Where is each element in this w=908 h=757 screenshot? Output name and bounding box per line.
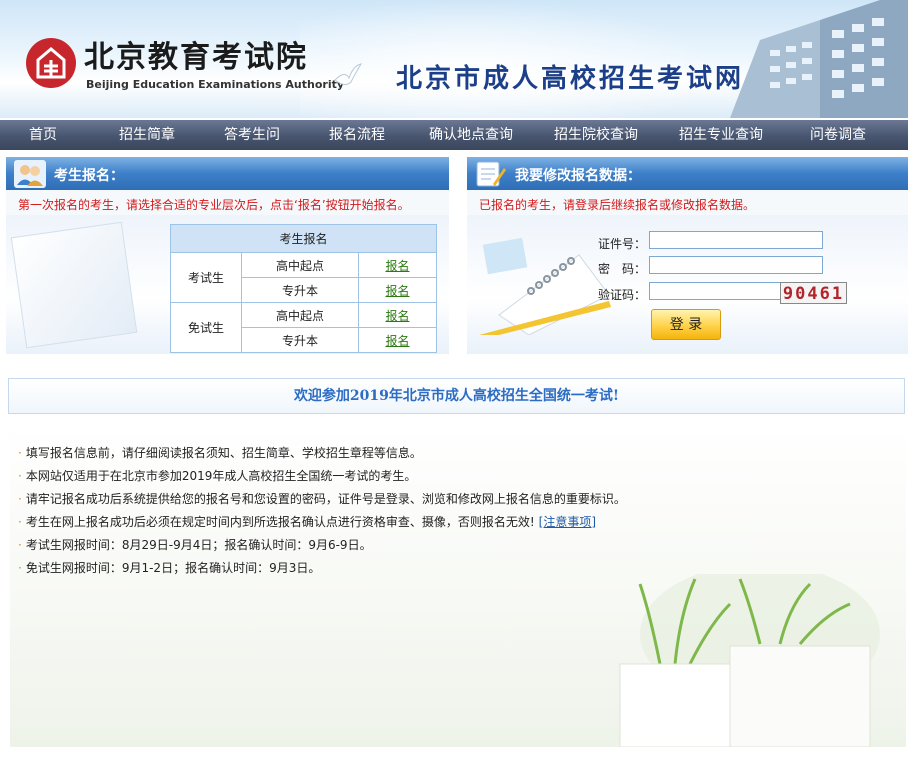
- beijing-exam-authority-logo-icon: [26, 38, 76, 88]
- register-panel-body: 考生报名 考试生 高中起点 报名 专升本 报名 免试生 高中起点 报名 专升本 …: [6, 215, 449, 354]
- welcome-banner: 欢迎参加2019年北京市成人高校招生全国统一考试!: [8, 378, 905, 414]
- list-item: · 考生在网上报名成功后必须在规定时间内到所选报名确认点进行资格审查、摄像，否则报…: [18, 515, 597, 529]
- nav-confirm-location-query[interactable]: 确认地点查询: [429, 120, 513, 150]
- students-icon: [14, 160, 46, 188]
- table-row: 免试生 高中起点 报名: [170, 302, 437, 353]
- password-input[interactable]: [649, 256, 823, 274]
- site-header: 北京教育考试院 Beijing Education Examinations A…: [0, 0, 908, 118]
- register-panel-header: 考生报名：: [6, 157, 449, 190]
- nav-admission-guide[interactable]: 招生简章: [119, 120, 175, 150]
- list-item: · 请牢记报名成功后系统提供给您的报名号和您设置的密码，证件号是登录、浏览和修改网…: [18, 492, 626, 506]
- info-text: 考生在网上报名成功后必须在规定时间内到所选报名确认点进行资格审查、摄像，否则报名…: [25, 515, 535, 529]
- login-button[interactable]: 登 录: [651, 309, 721, 340]
- level-cell: 高中起点: [241, 252, 359, 278]
- nav-major-query[interactable]: 招生专业查询: [679, 120, 763, 150]
- captcha-label: 验证码：: [598, 288, 647, 302]
- info-list: · 填写报名信息前，请仔细阅读报名须知、招生简章、学校招生章程等信息。 · 本网站仅…: [18, 442, 626, 580]
- password-label: 密 码：: [598, 262, 647, 276]
- captcha-image[interactable]: 90461: [780, 282, 847, 304]
- login-panel-header: 我要修改报名数据：: [467, 157, 908, 190]
- registration-table: 考生报名 考试生 高中起点 报名 专升本 报名 免试生 高中起点 报名 专升本 …: [170, 224, 437, 353]
- login-panel-note: 已报名的考生，请登录后继续报名或修改报名数据。: [479, 198, 756, 212]
- login-panel-title: 我要修改报名数据：: [515, 168, 641, 184]
- id-number-input[interactable]: [649, 231, 823, 249]
- info-section: · 填写报名信息前，请仔细阅读报名须知、招生简章、学校招生章程等信息。 · 本网站仅…: [10, 424, 906, 747]
- level-cell: 高中起点: [241, 302, 359, 328]
- nav-college-query[interactable]: 招生院校查询: [554, 120, 638, 150]
- bird-icon: [334, 63, 363, 86]
- paper-decoration: [10, 221, 138, 349]
- info-text: 请牢记报名成功后系统提供给您的报名号和您设置的密码，证件号是登录、浏览和修改网上…: [25, 492, 626, 506]
- plant-decoration: [619, 574, 880, 747]
- register-panel-title: 考生报名：: [54, 168, 124, 184]
- nav-survey[interactable]: 问卷调查: [810, 120, 866, 150]
- nav-faq[interactable]: 答考生问: [224, 120, 280, 150]
- notice-link[interactable]: [注意事项]: [539, 515, 596, 529]
- table-header: 考生报名: [170, 224, 437, 253]
- info-text: 本网站仅适用于在北京市参加2019年成人高校招生全国统一考试的考生。: [25, 469, 417, 483]
- logo-english-name: Beijing Education Examinations Authority: [86, 78, 345, 91]
- table-row: 考试生 高中起点 报名: [170, 252, 437, 303]
- group-exam-students: 考试生: [170, 252, 242, 303]
- building-illustration: [730, 0, 908, 118]
- nav-home[interactable]: 首页: [29, 120, 57, 150]
- register-panel: 考生报名： 第一次报名的考生，请选择合适的专业层次后，点击‘报名’按钮开始报名。…: [6, 157, 449, 354]
- logo-chinese-name: 北京教育考试院: [84, 40, 308, 75]
- level-cell: 专升本: [241, 327, 359, 353]
- login-panel-body: 证件号： 密 码： 验证码： 90461 登 录: [467, 215, 908, 354]
- list-item: · 填写报名信息前，请仔细阅读报名须知、招生简章、学校招生章程等信息。: [18, 446, 422, 460]
- info-text: 考试生网报时间：8月29日-9月4日；报名确认时间：9月6-9日。: [25, 538, 372, 552]
- info-text: 免试生网报时间：9月1-2日；报名确认时间：9月3日。: [25, 561, 321, 575]
- register-link[interactable]: 报名: [385, 309, 409, 323]
- nav-registration-process[interactable]: 报名流程: [329, 120, 385, 150]
- login-panel: 我要修改报名数据： 已报名的考生，请登录后继续报名或修改报名数据。 证件号： 密…: [467, 157, 908, 354]
- list-item: · 考试生网报时间：8月29日-9月4日；报名确认时间：9月6-9日。: [18, 538, 372, 552]
- edit-form-icon: [476, 161, 506, 187]
- level-cell: 专升本: [241, 277, 359, 303]
- register-link[interactable]: 报名: [385, 284, 409, 298]
- main-nav: 首页 招生简章 答考生问 报名流程 确认地点查询 招生院校查询 招生专业查询 问…: [0, 120, 908, 150]
- list-item: · 免试生网报时间：9月1-2日；报名确认时间：9月3日。: [18, 561, 321, 575]
- group-exempt-students: 免试生: [170, 302, 242, 353]
- info-text: 填写报名信息前，请仔细阅读报名须知、招生简章、学校招生章程等信息。: [25, 446, 422, 460]
- id-label: 证件号：: [598, 237, 647, 251]
- register-link[interactable]: 报名: [385, 259, 409, 273]
- list-item: · 本网站仅适用于在北京市参加2019年成人高校招生全国统一考试的考生。: [18, 469, 417, 483]
- register-panel-note: 第一次报名的考生，请选择合适的专业层次后，点击‘报名’按钮开始报名。: [18, 198, 410, 212]
- captcha-input[interactable]: [649, 282, 781, 300]
- register-link[interactable]: 报名: [385, 334, 409, 348]
